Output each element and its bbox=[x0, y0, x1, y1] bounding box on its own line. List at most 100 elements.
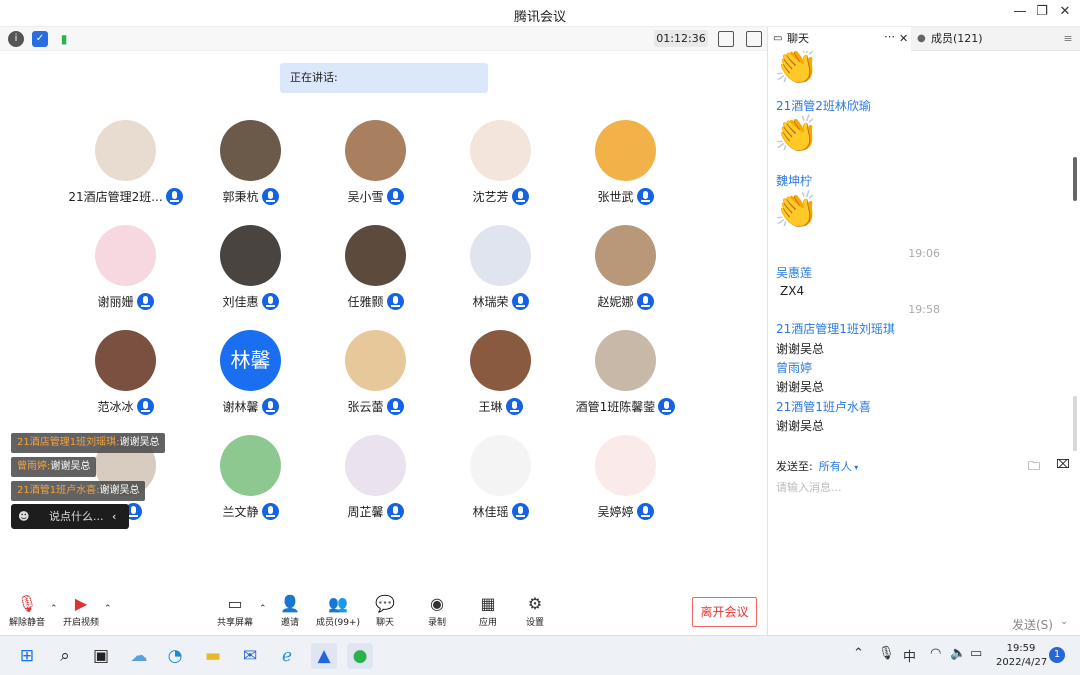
mic-icon[interactable]: 🎙 bbox=[878, 646, 895, 661]
tencent-meeting-icon[interactable]: ▲ bbox=[311, 643, 337, 669]
layout-icon[interactable] bbox=[746, 31, 762, 47]
participant-name-row: 任雅颢 bbox=[313, 293, 438, 310]
participant-tile[interactable]: 林馨 谢林馨 bbox=[188, 330, 313, 430]
ime-indicator[interactable]: 中 bbox=[903, 646, 916, 665]
bottom-toolbar: 🎙 解除静音 ⌃ ▶ 开启视频 ⌃ ▭ 共享屏幕 ⌃ 👤 邀请 👥 成员(99+) 💬 聊天… bbox=[0, 590, 768, 635]
participant-name: 21酒店管理2班... bbox=[68, 190, 163, 204]
screenshot-icon[interactable]: ⌧ bbox=[1056, 457, 1070, 471]
toast-message: 21酒店管理1班刘瑶琪:谢谢吴总 bbox=[11, 433, 166, 453]
participant-tile[interactable]: 郭秉杭 bbox=[188, 120, 313, 220]
participant-tile[interactable]: 张世武 bbox=[563, 120, 688, 220]
participant-tile[interactable]: 沈艺芳 bbox=[438, 120, 563, 220]
record-button[interactable]: ◉ 录制 bbox=[413, 595, 461, 629]
participant-tile[interactable]: 王琳 bbox=[438, 330, 563, 430]
participant-tile[interactable]: 林佳瑶 bbox=[438, 435, 563, 535]
message-input[interactable]: 请输入消息... bbox=[776, 479, 842, 495]
minimize-icon[interactable]: — bbox=[1010, 4, 1030, 19]
avatar: 林馨 bbox=[220, 330, 281, 391]
avatar bbox=[95, 120, 156, 181]
start-video-button[interactable]: ▶ 开启视频 bbox=[57, 595, 105, 629]
panel-tabs: ▭ 聊天 ⋯ ✕ ● 成员(121) ≡ bbox=[768, 27, 1080, 51]
message-text: 谢谢吴总 bbox=[776, 380, 825, 394]
scrollbar-thumb[interactable] bbox=[1073, 157, 1077, 201]
message-sender[interactable]: 曾雨婷 bbox=[776, 359, 812, 376]
participant-tile[interactable]: 林瑞荣 bbox=[438, 225, 563, 325]
message-sender[interactable]: 21酒管1班卢水喜 bbox=[776, 398, 871, 415]
participant-tile[interactable]: 任雅颢 bbox=[313, 225, 438, 325]
participant-tile[interactable]: 21酒店管理2班... bbox=[63, 120, 188, 220]
notification-badge[interactable]: 1 bbox=[1049, 647, 1065, 663]
folder-icon[interactable]: 🗀 bbox=[1028, 457, 1040, 478]
task-view-icon[interactable]: ▣ bbox=[88, 643, 114, 669]
participant-name: 任雅颢 bbox=[347, 295, 384, 309]
chevron-up-icon[interactable]: ⌃ bbox=[104, 604, 112, 614]
shield-icon[interactable]: ✓ bbox=[32, 31, 48, 47]
weather-icon[interactable]: ☁ bbox=[126, 643, 152, 669]
menu-icon[interactable]: ≡ bbox=[1056, 27, 1080, 51]
battery-icon[interactable]: ▭ bbox=[970, 646, 982, 661]
participant-name: 兰文静 bbox=[222, 505, 259, 519]
members-button[interactable]: 👥 成员(99+) bbox=[314, 595, 362, 629]
participant-tile[interactable]: 张云蕾 bbox=[313, 330, 438, 430]
participant-tile[interactable]: 周芷馨 bbox=[313, 435, 438, 535]
restore-icon[interactable]: ❐ bbox=[1032, 4, 1052, 19]
unmute-button[interactable]: 🎙 解除静音 bbox=[3, 595, 51, 629]
participant-name: 赵妮娜 bbox=[597, 295, 634, 309]
close-icon[interactable]: ✕ bbox=[1055, 4, 1075, 19]
participant-tile[interactable]: 赵妮娜 bbox=[563, 225, 688, 325]
clapping-emoji-icon: 👏 bbox=[774, 114, 819, 155]
avatar bbox=[220, 225, 281, 286]
apps-button[interactable]: ▦ 应用 bbox=[464, 595, 512, 629]
meeting-timer: 01:12:36 bbox=[654, 30, 708, 47]
volume-icon[interactable]: 🔈 bbox=[950, 646, 966, 661]
message-sender[interactable]: 21酒店管理1班刘瑶琪 bbox=[776, 320, 895, 337]
edge-icon[interactable]: ◔ bbox=[162, 643, 188, 669]
clapping-emoji-icon: 👏 bbox=[774, 51, 819, 87]
avatar bbox=[470, 225, 531, 286]
clock[interactable]: 19:59 2022/4/27 bbox=[996, 642, 1047, 670]
participant-tile[interactable]: 范冰冰 bbox=[63, 330, 188, 430]
quick-chat-input[interactable]: ☻ 说点什么... ‹ bbox=[11, 504, 129, 529]
info-icon[interactable]: i bbox=[8, 31, 24, 47]
leave-meeting-button[interactable]: 离开会议 bbox=[692, 597, 757, 627]
send-button[interactable]: 发送(S) bbox=[1012, 616, 1053, 633]
tab-chat[interactable]: ▭ 聊天 ⋯ ✕ bbox=[768, 27, 911, 51]
mic-icon bbox=[261, 503, 279, 520]
emoji-icon[interactable]: ☻ bbox=[18, 504, 29, 529]
scrollbar-track[interactable] bbox=[1073, 396, 1077, 451]
tab-members[interactable]: ● 成员(121) bbox=[911, 27, 1056, 51]
message-sender[interactable]: 魏坤柠 bbox=[776, 172, 812, 189]
participant-tile[interactable]: 吴小雪 bbox=[313, 120, 438, 220]
more-icon[interactable]: ⋯ bbox=[884, 25, 895, 49]
signal-icon[interactable]: ▮ bbox=[56, 31, 72, 47]
send-to-select[interactable]: 所有人 bbox=[819, 460, 852, 473]
file-explorer-icon[interactable]: ▬ bbox=[200, 643, 226, 669]
chevron-down-icon[interactable]: ⌄ bbox=[1060, 616, 1068, 627]
chevron-up-icon[interactable]: ⌃ bbox=[853, 646, 864, 661]
mail-icon[interactable]: ✉ bbox=[237, 643, 263, 669]
close-icon[interactable]: ✕ bbox=[899, 27, 908, 51]
participant-name: 王琳 bbox=[478, 400, 503, 414]
invite-button[interactable]: 👤 邀请 bbox=[266, 595, 314, 629]
message-sender[interactable]: 21酒管2班林欣瑜 bbox=[776, 97, 871, 114]
chat-list: 👏 21酒管2班林欣瑜 👏 魏坤柠 👏 19:06 吴惠莲 ZX4 19:58 … bbox=[768, 51, 1080, 451]
mic-icon bbox=[511, 188, 529, 205]
chevron-left-icon[interactable]: ‹ bbox=[112, 504, 116, 529]
wechat-icon[interactable]: ● bbox=[347, 643, 373, 669]
settings-button[interactable]: ⚙ 设置 bbox=[511, 595, 559, 629]
participant-tile[interactable]: 兰文静 bbox=[188, 435, 313, 535]
ie-icon[interactable]: ℯ bbox=[274, 643, 300, 669]
participant-tile[interactable]: 刘佳惠 bbox=[188, 225, 313, 325]
message-sender[interactable]: 吴惠莲 bbox=[776, 264, 812, 281]
search-icon[interactable]: ⌕ bbox=[52, 643, 78, 669]
start-icon[interactable]: ⊞ bbox=[14, 643, 40, 669]
participant-tile[interactable]: 吴婷婷 bbox=[563, 435, 688, 535]
participant-tile[interactable]: 酒管1班陈馨蓥 bbox=[563, 330, 688, 430]
wifi-icon[interactable]: ◠ bbox=[930, 646, 941, 661]
chat-button[interactable]: 💬 聊天 bbox=[361, 595, 409, 629]
avatar bbox=[345, 225, 406, 286]
share-screen-button[interactable]: ▭ 共享屏幕 bbox=[211, 595, 259, 629]
avatar bbox=[595, 225, 656, 286]
participant-tile[interactable]: 谢丽姗 bbox=[63, 225, 188, 325]
fullscreen-icon[interactable] bbox=[718, 31, 734, 47]
